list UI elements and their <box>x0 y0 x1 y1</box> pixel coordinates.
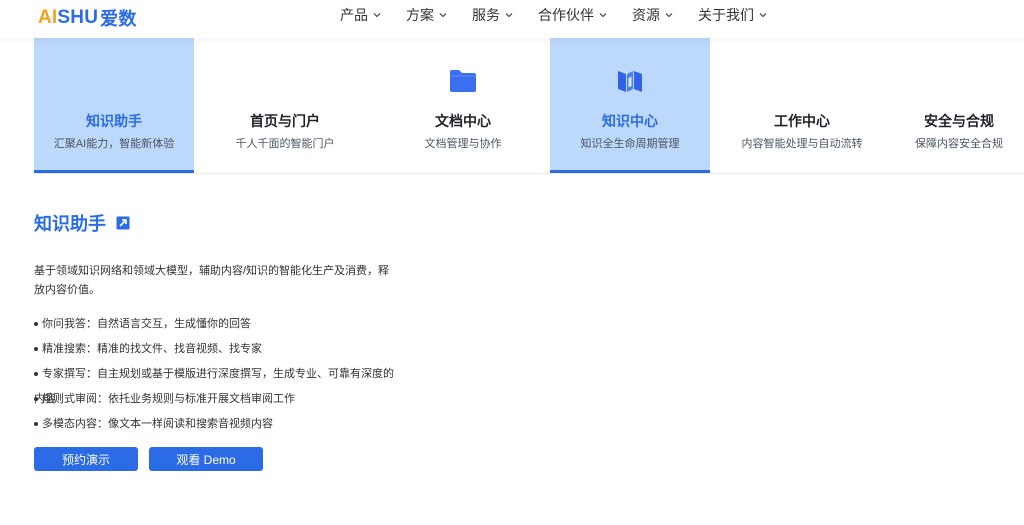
nav-label: 服务 <box>472 7 500 23</box>
list-item-text: 多模态内容：像文本一样阅读和搜索音视频内容 <box>42 418 273 430</box>
chevron-down-icon <box>599 13 607 18</box>
tab-knowledge-assistant[interactable]: 知识助手 汇聚AI能力，智能新体验 <box>34 38 194 173</box>
tab-title: 安全与合规 <box>924 113 994 129</box>
bullet-dot <box>34 397 38 402</box>
aishu-logo[interactable]: AI SHU 爱数 <box>38 5 137 31</box>
list-item: 规则式审阅：依托业务规则与标准开展文档审阅工作 <box>34 387 394 412</box>
nav-item-services[interactable]: 服务 <box>472 5 514 25</box>
logo-text-shu: SHU <box>57 7 99 28</box>
chevron-down-icon <box>505 13 513 18</box>
list-item: 多模态内容：像文本一样阅读和搜索音视频内容 <box>34 412 394 437</box>
list-item: 精准搜索：精准的找文件、找音视频、找专家 <box>34 337 394 362</box>
tab-subtitle: 内容智能处理与自动流转 <box>741 138 863 150</box>
folder-icon <box>450 70 476 92</box>
tab-title: 工作中心 <box>774 113 830 129</box>
tab-title: 首页与门户 <box>250 113 320 129</box>
tab-document-center[interactable]: 文档中心 文档管理与协作 <box>376 38 550 173</box>
chevron-down-icon <box>439 13 447 18</box>
nav-label: 资源 <box>632 7 660 23</box>
list-item: 专家撰写：自主规划或基于模版进行深度撰写，生成专业、可靠有深度的内容 <box>34 362 394 405</box>
book-demo-button[interactable]: 预约演示 <box>34 447 138 471</box>
top-header: AI SHU 爱数 产品 方案 服务 合作伙伴 资源 关于我们 <box>0 0 1024 38</box>
bullet-dot <box>34 322 38 327</box>
watch-demo-button[interactable]: 观看 Demo <box>149 447 263 471</box>
external-link-icon[interactable] <box>116 216 130 230</box>
nav-label: 合作伙伴 <box>538 7 594 23</box>
tab-subtitle: 文档管理与协作 <box>424 138 502 150</box>
tab-title: 知识助手 <box>86 113 142 129</box>
nav-label: 产品 <box>340 7 368 23</box>
tab-security-compliance[interactable]: 安全与合规 保障内容安全合规 <box>894 38 1024 173</box>
main-nav: 产品 方案 服务 合作伙伴 资源 关于我们 <box>340 0 792 30</box>
tab-subtitle: 千人千面的智能门户 <box>235 138 335 150</box>
nav-label: 关于我们 <box>698 7 754 23</box>
tab-subtitle: 汇聚AI能力，智能新体验 <box>53 138 175 150</box>
nav-item-about[interactable]: 关于我们 <box>698 5 768 25</box>
logo-text-ai: AI <box>38 7 58 28</box>
list-item-text: 精准搜索：精准的找文件、找音视频、找专家 <box>42 343 262 355</box>
feature-list: 你问我答：自然语言交互，生成懂你的回答 精准搜索：精准的找文件、找音视频、找专家… <box>34 312 394 437</box>
tab-subtitle: 知识全生命周期管理 <box>580 138 680 150</box>
feature-detail: 知识助手 基于领域知识网络和领域大模型，辅助内容/知识的智能化生产及消费，释放内… <box>34 210 394 471</box>
feature-tabs: 知识助手 汇聚AI能力，智能新体验 首页与门户 千人千面的智能门户 文档中心 文… <box>34 38 1024 174</box>
tab-title: 文档中心 <box>435 113 491 129</box>
bullet-dot <box>34 422 38 427</box>
nav-item-partners[interactable]: 合作伙伴 <box>538 5 608 25</box>
tab-subtitle: 保障内容安全合规 <box>915 138 1003 150</box>
tab-work-center[interactable]: 工作中心 内容智能处理与自动流转 <box>710 38 894 173</box>
bullet-dot <box>34 347 38 352</box>
book-icon <box>618 71 642 92</box>
tab-home-portal[interactable]: 首页与门户 千人千面的智能门户 <box>194 38 376 173</box>
section-title: 知识助手 <box>34 210 394 236</box>
chevron-down-icon <box>665 13 673 18</box>
chevron-down-icon <box>373 13 381 18</box>
logo-text-cn: 爱数 <box>100 9 137 29</box>
section-description: 基于领域知识网络和领域大模型，辅助内容/知识的智能化生产及消费，释放内容价值。 <box>34 265 390 296</box>
bullet-dot <box>34 372 38 377</box>
section-title-text: 知识助手 <box>34 214 106 234</box>
nav-item-resources[interactable]: 资源 <box>632 5 674 25</box>
list-item: 你问我答：自然语言交互，生成懂你的回答 <box>34 312 394 337</box>
list-item-text: 你问我答：自然语言交互，生成懂你的回答 <box>42 318 251 330</box>
nav-item-products[interactable]: 产品 <box>340 5 382 25</box>
nav-label: 方案 <box>406 7 434 23</box>
list-item-text: 规则式审阅：依托业务规则与标准开展文档审阅工作 <box>42 393 295 405</box>
cta-buttons: 预约演示 观看 Demo <box>34 447 394 471</box>
chevron-down-icon <box>759 13 767 18</box>
tab-title: 知识中心 <box>602 113 658 129</box>
nav-item-solutions[interactable]: 方案 <box>406 5 448 25</box>
tab-knowledge-center[interactable]: 知识中心 知识全生命周期管理 <box>550 38 710 173</box>
